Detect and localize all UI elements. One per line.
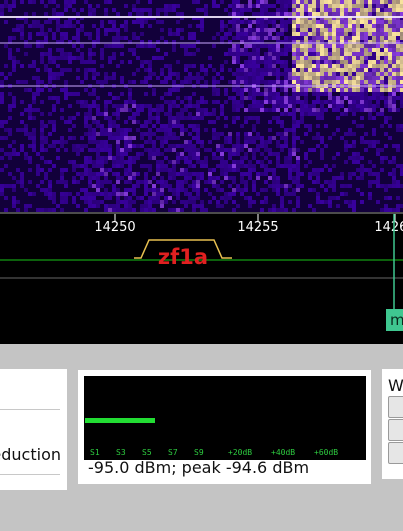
waterfall-signal-line: [0, 85, 403, 87]
right-panel-button-1[interactable]: [388, 396, 403, 418]
smeter-level-bar: [85, 418, 155, 423]
waterfall-signal-line: [0, 42, 403, 44]
smeter-tick-plus60db: +60dB: [314, 448, 339, 457]
smeter-tick-s7: S7: [168, 448, 178, 457]
control-panel-area: eduction S1 S3 S5 S7 S9 +20dB +40dB +60d…: [0, 344, 403, 531]
noise-reduction-label[interactable]: eduction: [0, 445, 61, 464]
smeter-tick-s1: S1: [90, 448, 100, 457]
smeter-readout: -95.0 dBm; peak -94.6 dBm: [88, 458, 310, 477]
waterfall-signal-line: [0, 16, 403, 18]
smeter-display: S1 S3 S5 S7 S9 +20dB +40dB +60dB: [84, 376, 366, 460]
smeter-panel: S1 S3 S5 S7 S9 +20dB +40dB +60dB -95.0 d…: [78, 370, 371, 484]
smeter-tick-plus40db: +40dB: [271, 448, 296, 457]
waterfall-display[interactable]: [0, 0, 403, 212]
smeter-tick-s9: S9: [194, 448, 204, 457]
right-control-panel: W: [382, 369, 403, 479]
marker-layer: m: [0, 212, 403, 344]
smeter-tick-plus20db: +20dB: [228, 448, 253, 457]
left-control-panel: eduction: [0, 369, 67, 490]
separator-line: [0, 409, 60, 410]
smeter-tick-s5: S5: [142, 448, 152, 457]
smeter-tick-s3: S3: [116, 448, 126, 457]
right-panel-button-3[interactable]: [388, 442, 403, 464]
right-panel-button-2[interactable]: [388, 419, 403, 441]
separator-line: [0, 474, 60, 475]
right-panel-label: W: [388, 376, 403, 395]
marker-m-tag[interactable]: m: [386, 309, 403, 331]
